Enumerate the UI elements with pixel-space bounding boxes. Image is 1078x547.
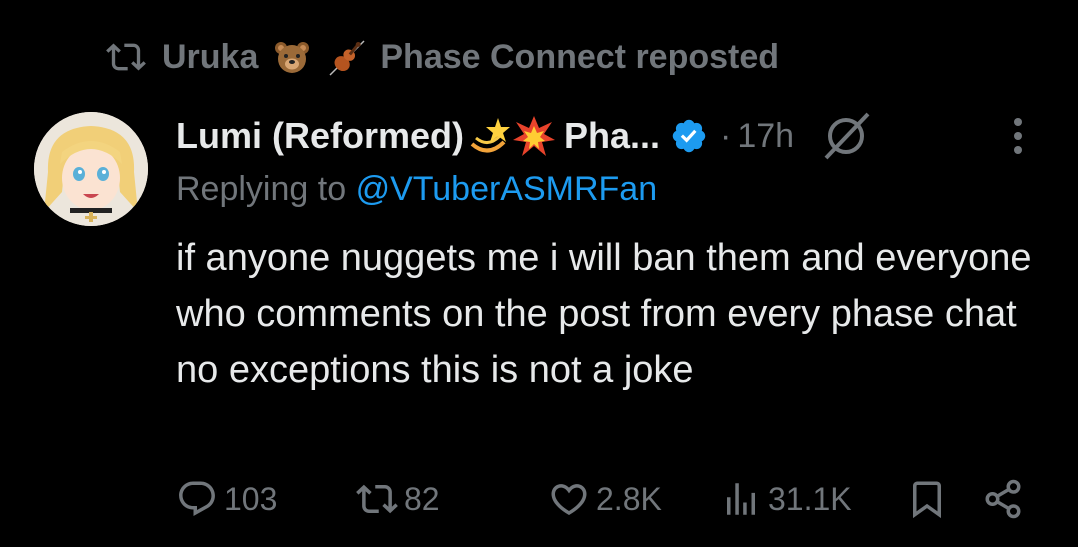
violin-emoji <box>326 37 366 77</box>
bookmark-button[interactable] <box>906 474 948 524</box>
views-button[interactable]: 31.1K <box>720 474 852 524</box>
like-button[interactable]: 2.8K <box>548 474 662 524</box>
replying-to: Replying to @VTuberASMRFan <box>176 170 657 209</box>
collision-emoji <box>512 114 556 158</box>
replying-handle-link[interactable]: @VTuberASMRFan <box>356 170 658 208</box>
tweet-text: if anyone nuggets me i will ban them and… <box>176 237 1032 391</box>
timestamp[interactable]: 17h <box>737 117 794 156</box>
replying-label: Replying to <box>176 170 347 208</box>
repost-button[interactable]: 82 <box>356 474 440 524</box>
avatar[interactable] <box>34 112 148 226</box>
bear-emoji <box>272 37 312 77</box>
repost-header: Uruka Phase Connect reposted <box>104 36 779 78</box>
reply-count: 103 <box>224 480 278 517</box>
tweet-header: Lumi (Reformed) Pha... · 17h <box>176 110 1056 162</box>
views-icon <box>727 483 755 515</box>
like-count: 2.8K <box>596 480 662 517</box>
repost-action-icon <box>356 484 398 514</box>
display-name-truncated[interactable]: Pha... <box>564 115 660 157</box>
reply-button[interactable]: 103 <box>176 474 277 524</box>
repost-user-name[interactable]: Uruka <box>162 38 258 77</box>
grok-icon[interactable] <box>820 112 872 160</box>
heart-icon <box>551 484 587 516</box>
share-button[interactable] <box>982 474 1024 524</box>
verified-badge-icon[interactable] <box>670 117 708 155</box>
share-icon <box>985 479 1021 519</box>
view-count: 31.1K <box>768 480 852 517</box>
repost-count: 82 <box>404 480 440 517</box>
reply-icon <box>179 481 215 516</box>
action-bar: 103 82 2.8K 31.1K <box>176 474 1036 524</box>
bookmark-icon <box>913 481 941 519</box>
repost-label: Phase Connect reposted <box>380 37 780 76</box>
more-options-icon[interactable] <box>1010 114 1026 158</box>
repost-icon <box>106 43 146 71</box>
display-name[interactable]: Lumi (Reformed) <box>176 115 464 157</box>
dizzy-emoji <box>466 114 510 158</box>
separator-dot: · <box>720 116 732 155</box>
